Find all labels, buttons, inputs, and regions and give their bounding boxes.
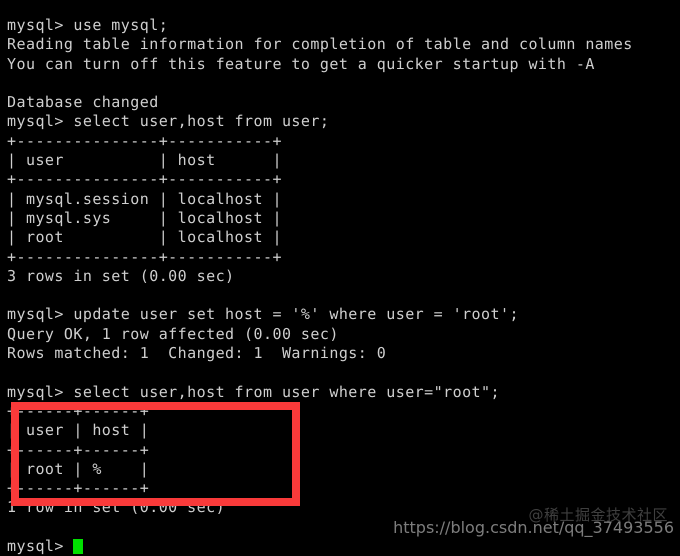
table-border-mid: +------+------+ [7, 440, 150, 459]
table-row: | mysql.session | localhost | [7, 189, 282, 208]
table-row: | mysql.sys | localhost | [7, 208, 282, 227]
terminal-line: mysql> update user set host = '%' where … [7, 305, 519, 324]
prompt-text: mysql> [7, 537, 74, 556]
result-status-line: 3 rows in set (0.00 sec) [7, 266, 235, 285]
terminal-line: mysql> use mysql; [7, 16, 169, 34]
terminal-window[interactable]: mysql> use mysql; Reading table informat… [0, 0, 680, 555]
result-status-line: 1 row in set (0.00 sec) [7, 498, 226, 517]
table-border-bottom: +------+------+ [7, 479, 150, 498]
table-border-mid: +---------------+-----------+ [7, 170, 282, 189]
table-row: | root | localhost | [7, 228, 282, 247]
terminal-prompt-line[interactable]: mysql> [7, 537, 680, 556]
terminal-line: Reading table information for completion… [7, 35, 633, 54]
table-border-bottom: +---------------+-----------+ [7, 247, 282, 266]
cursor-block [73, 539, 84, 555]
terminal-line: mysql> select user,host from user where … [7, 382, 500, 401]
terminal-line: Query OK, 1 row affected (0.00 sec) [7, 324, 339, 343]
terminal-line: You can turn off this feature to get a q… [7, 54, 595, 73]
terminal-line: mysql> select user,host from user; [7, 112, 330, 131]
terminal-line: Rows matched: 1 Changed: 1 Warnings: 0 [7, 344, 387, 363]
table-border-top: +------+------+ [7, 401, 150, 420]
table-row: | root | % | [7, 459, 150, 478]
table-header-row: | user | host | [7, 421, 150, 440]
terminal-line: Database changed [7, 93, 159, 112]
table-header-row: | user | host | [7, 151, 282, 170]
table-border-top: +---------------+-----------+ [7, 131, 282, 150]
